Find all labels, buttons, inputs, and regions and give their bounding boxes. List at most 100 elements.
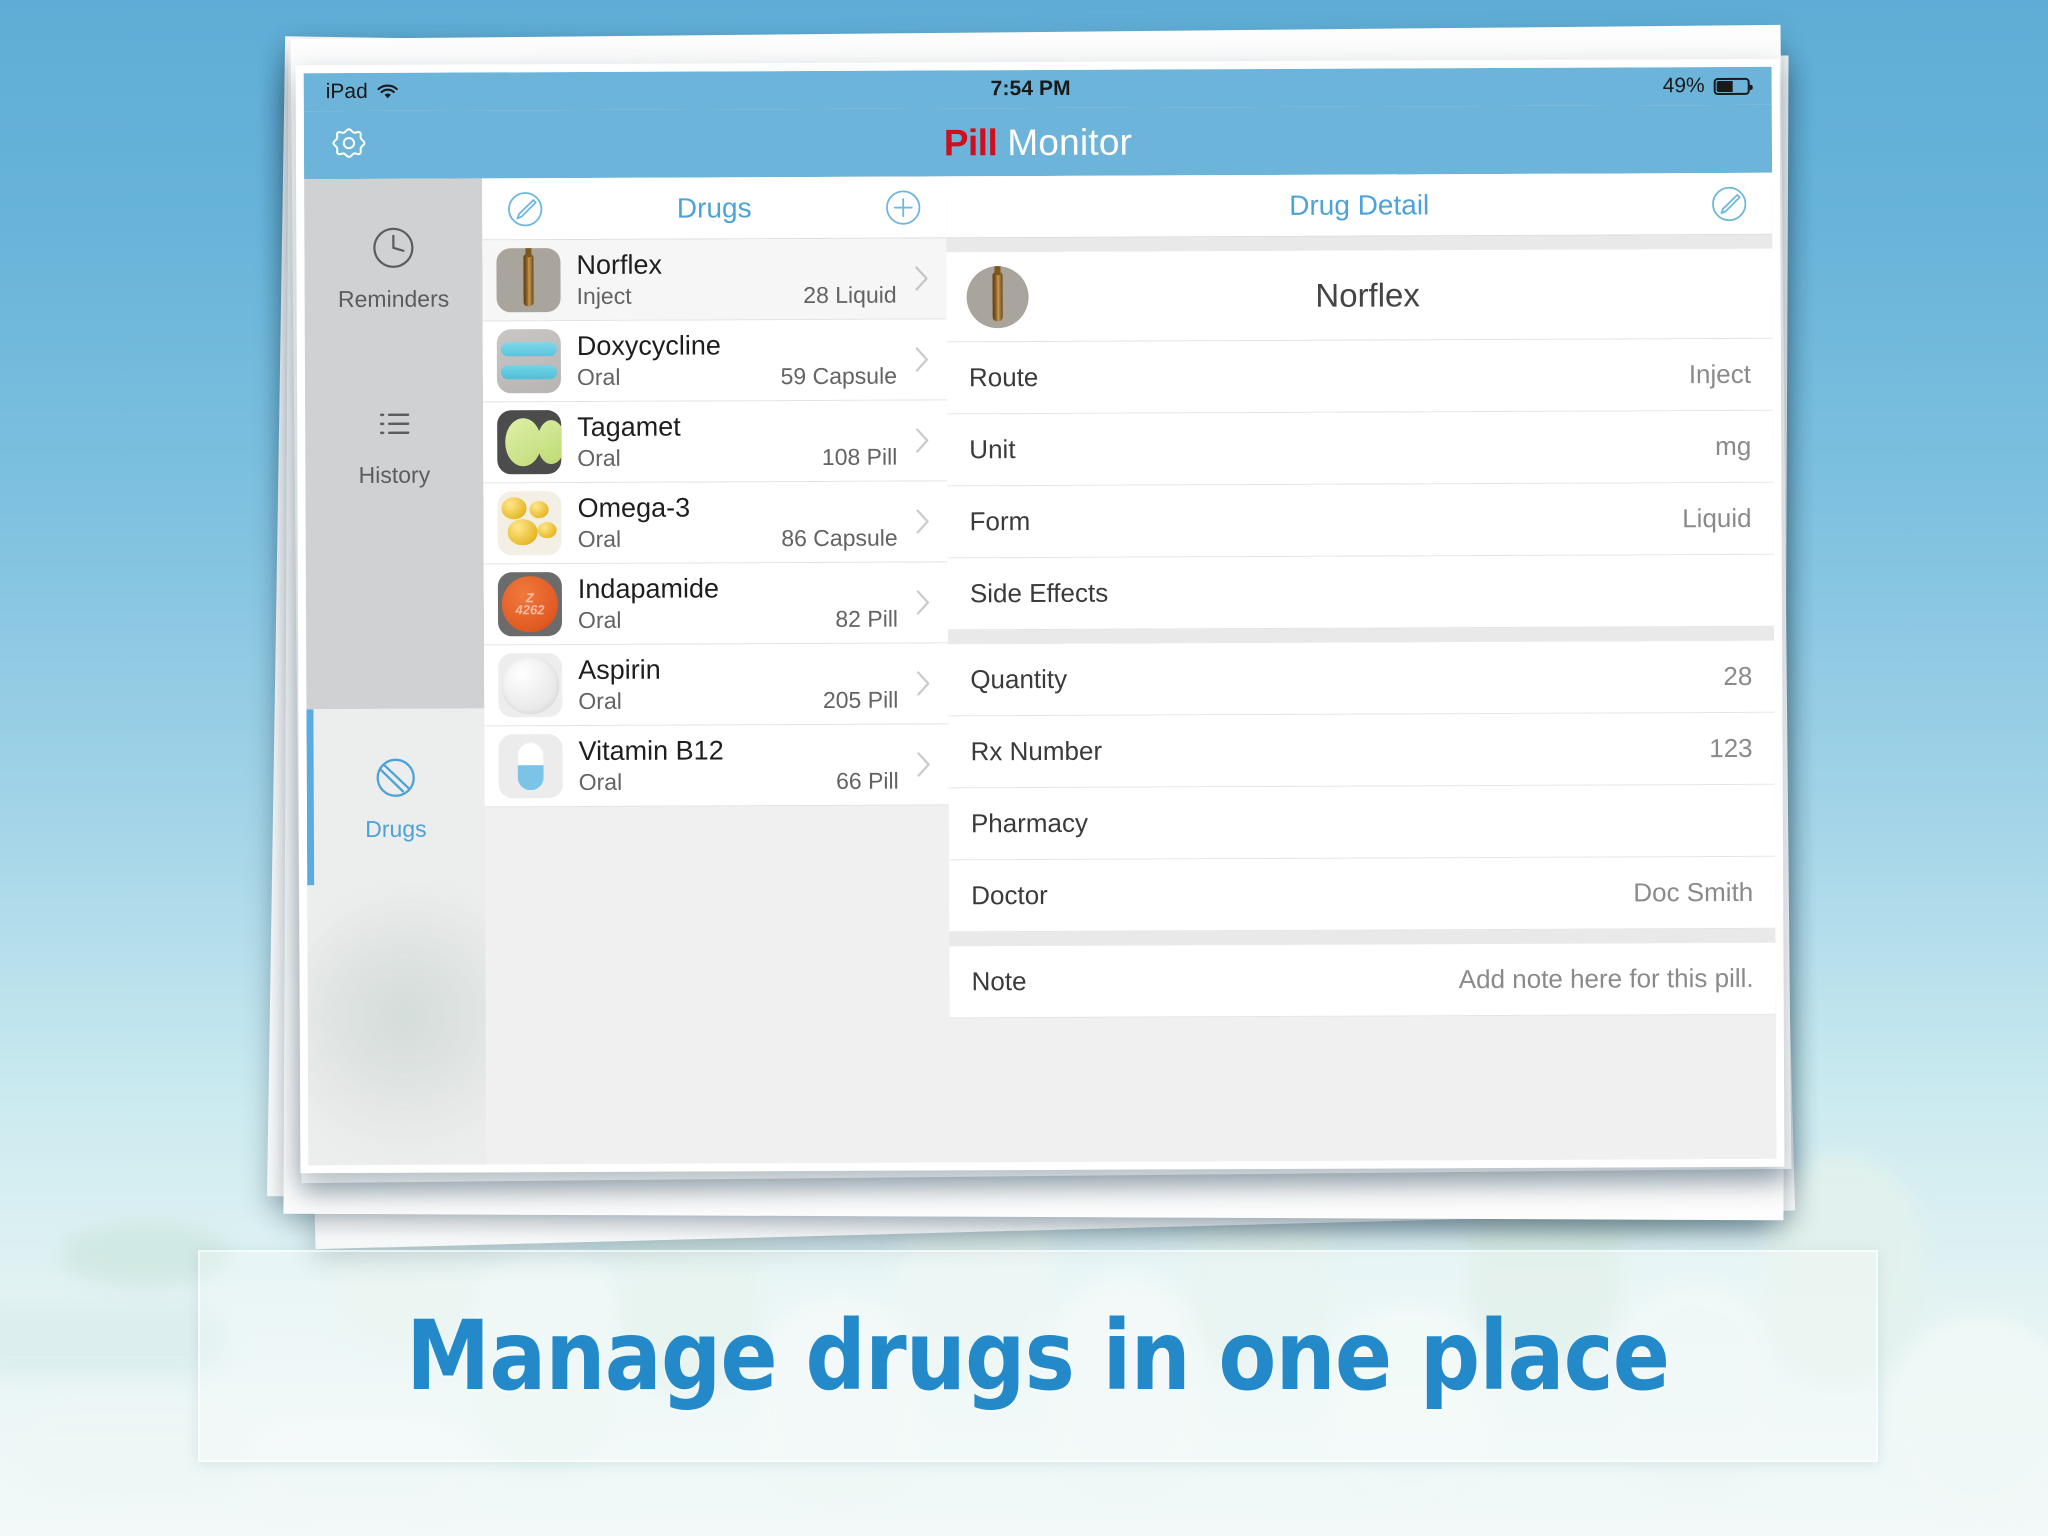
detail-row-note[interactable]: Note Add note here for this pill. [949, 942, 1776, 1019]
app-screenshot-frame: iPad 7:54 PM 49% Pill Monitor Reminders … [295, 58, 1785, 1174]
drug-name: Norflex [576, 249, 663, 280]
chevron-right-icon [912, 585, 934, 619]
edit-pencil-circle-icon[interactable] [1708, 182, 1750, 224]
sidebar: Reminders History Drugs [304, 178, 487, 1166]
orange-tablet-thumb: Z 4262 [497, 572, 563, 637]
detail-label: Doctor [971, 879, 1048, 911]
drug-count: 108 Pill [821, 443, 898, 471]
status-bar-left: iPad [326, 80, 399, 104]
brand-monitor-text: Monitor [1007, 121, 1133, 163]
detail-label: Side Effects [969, 577, 1109, 609]
drug-name: Vitamin B12 [578, 735, 724, 766]
drugs-panel-title: Drugs [676, 191, 752, 224]
ampoule-thumb [966, 265, 1029, 328]
sidebar-item-label-drugs: Drugs [365, 815, 427, 842]
drug-route: Oral [578, 768, 623, 796]
list-item[interactable]: Tagamet Oral 108 Pill [483, 400, 948, 484]
detail-group-primary: Norflex Route Inject Unit mg Form Liquid [946, 248, 1775, 631]
sidebar-item-drugs[interactable]: Drugs [306, 708, 486, 886]
list-item-text: Aspirin Oral 205 Pill [578, 653, 904, 715]
list-item[interactable]: Norflex Inject 28 Liquid [482, 238, 947, 322]
list-item[interactable]: Omega-3 Oral 86 Capsule [483, 481, 948, 565]
tablet-pill-icon [370, 751, 422, 803]
detail-row-unit[interactable]: Unit mg [947, 410, 1774, 487]
drug-meta: Inject 28 Liquid [577, 282, 903, 310]
detail-value: mg [1715, 430, 1752, 462]
list-item-text: Indapamide Oral 82 Pill [578, 572, 904, 634]
detail-label: Unit [969, 434, 1016, 465]
drug-route: Inject [576, 282, 632, 310]
drug-name: Aspirin [578, 654, 661, 685]
white-tablet-thumb [498, 653, 563, 718]
blue-capsule-thumb [496, 329, 562, 394]
detail-group-note: Note Add note here for this pill. [949, 942, 1776, 1019]
list-item-text: Vitamin B12 Oral 66 Pill [579, 734, 905, 796]
drugs-list-empty-space [484, 805, 950, 1038]
drugs-list-header: Drugs [482, 176, 947, 241]
chevron-right-icon [910, 261, 932, 295]
sidebar-item-label-history: History [358, 461, 431, 488]
plus-circle-icon[interactable] [882, 186, 924, 228]
detail-drug-name: Norflex [1315, 275, 1420, 314]
detail-row-quantity[interactable]: Quantity 28 [948, 640, 1775, 717]
edit-pencil-circle-icon[interactable] [504, 188, 546, 230]
drug-meta: Oral 59 Capsule [577, 363, 903, 391]
drugs-list: Norflex Inject 28 Liquid Doxycycline Ora… [482, 238, 949, 808]
detail-value: Doc Smith [1633, 876, 1754, 908]
app-body: Reminders History Drugs Drugs Norflex In… [304, 172, 1777, 1166]
list-item[interactable]: Vitamin B12 Oral 66 Pill [484, 724, 949, 808]
detail-label: Pharmacy [970, 807, 1089, 839]
battery-icon [1713, 77, 1750, 95]
sidebar-item-label-reminders: Reminders [337, 285, 450, 312]
detail-label: Note [971, 966, 1027, 997]
detail-row-form[interactable]: Form Liquid [947, 482, 1774, 559]
promo-caption-text: Manage drugs in one place [406, 1300, 1670, 1412]
list-item[interactable]: Z 4262 Indapamide Oral 82 Pill [483, 562, 949, 646]
detail-row-pharmacy[interactable]: Pharmacy [948, 784, 1776, 861]
detail-row-route[interactable]: Route Inject [946, 338, 1774, 415]
ampoule-thumb [496, 248, 561, 313]
brand-pill-text: Pill [943, 121, 998, 163]
drug-count: 28 Liquid [803, 281, 897, 309]
app-screen: iPad 7:54 PM 49% Pill Monitor Reminders … [303, 66, 1777, 1166]
chevron-right-icon [911, 423, 933, 457]
drugs-master-panel: Drugs Norflex Inject 28 Liquid Doxycycli… [482, 176, 951, 1165]
drug-count: 59 Capsule [780, 362, 898, 390]
promo-page: iPad 7:54 PM 49% Pill Monitor Reminders … [0, 0, 2048, 1536]
wifi-icon [377, 84, 399, 100]
blue-capsule2-thumb [498, 734, 563, 799]
drug-route: Oral [577, 606, 622, 634]
drug-route: Oral [577, 525, 622, 553]
chevron-right-icon [913, 747, 935, 781]
drug-meta: Oral 205 Pill [578, 687, 904, 715]
drug-route: Oral [578, 687, 622, 715]
list-item[interactable]: Doxycycline Oral 59 Capsule [482, 319, 948, 403]
green-oval-thumb [497, 410, 562, 475]
detail-label: Quantity [970, 663, 1068, 695]
detail-label: Rx Number [970, 735, 1103, 767]
detail-value: 28 [1723, 660, 1753, 692]
drug-count: 66 Pill [836, 767, 899, 795]
list-item-text: Doxycycline Oral 59 Capsule [577, 329, 903, 391]
list-item[interactable]: Aspirin Oral 205 Pill [484, 643, 949, 727]
drug-count: 82 Pill [835, 605, 899, 633]
app-brand-title: Pill Monitor [304, 120, 1772, 163]
sidebar-item-history[interactable]: History [305, 354, 484, 531]
list-item-text: Norflex Inject 28 Liquid [576, 248, 902, 310]
drug-meta: Oral 108 Pill [577, 444, 903, 472]
list-icon [368, 397, 420, 449]
detail-value: Liquid [1682, 502, 1752, 534]
chevron-right-icon [912, 666, 934, 700]
detail-row-doctor[interactable]: Doctor Doc Smith [949, 856, 1776, 933]
detail-row-side-effects[interactable]: Side Effects [947, 554, 1775, 631]
list-item-text: Tagamet Oral 108 Pill [577, 410, 903, 472]
detail-row-rx-number[interactable]: Rx Number 123 [948, 712, 1775, 789]
ios-status-bar: iPad 7:54 PM 49% [303, 66, 1772, 112]
sidebar-item-reminders[interactable]: Reminders [304, 178, 483, 355]
drug-route: Oral [577, 444, 621, 472]
chevron-right-icon [912, 504, 934, 538]
gear-icon[interactable] [328, 124, 370, 166]
detail-value: Inject [1688, 358, 1752, 390]
drug-count: 86 Capsule [781, 524, 898, 552]
drug-name: Indapamide [577, 573, 720, 604]
